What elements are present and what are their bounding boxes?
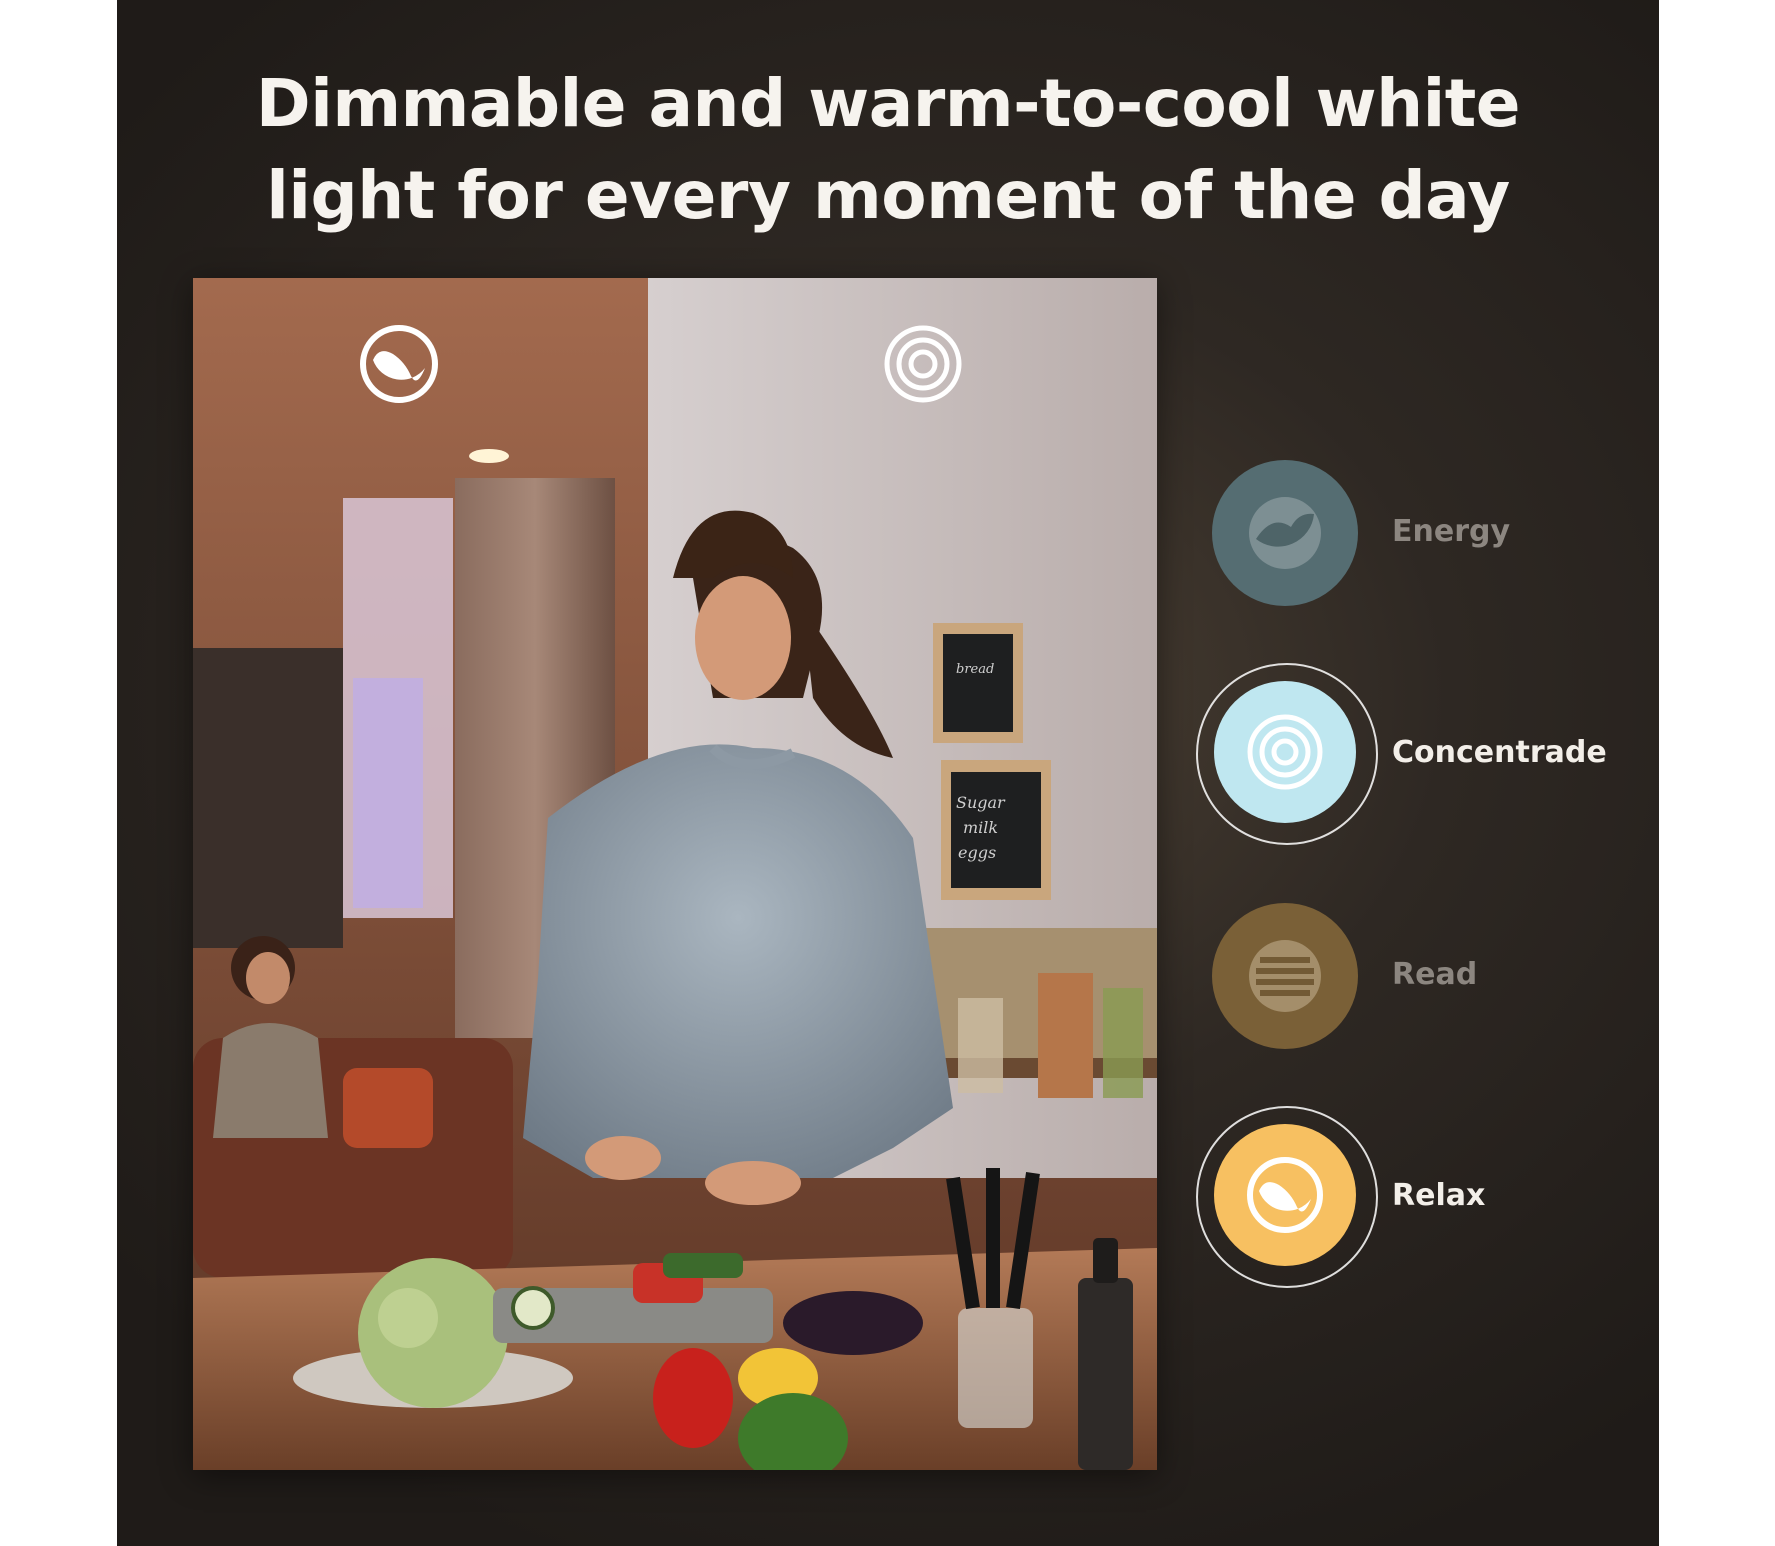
energy-icon	[1249, 497, 1321, 569]
scene-energy[interactable]: Energy	[1196, 460, 1756, 650]
scene-label: Relax	[1392, 1178, 1486, 1213]
relax-icon	[1247, 1157, 1323, 1233]
svg-text:milk: milk	[963, 818, 998, 837]
concentrate-icon	[1247, 714, 1323, 790]
relax-disc	[1214, 1124, 1356, 1266]
kitchen-photo: bread Sugar milk eggs	[193, 278, 1157, 1470]
concentrate-disc	[1214, 681, 1356, 823]
scene-concentrate[interactable]: Concentrade	[1196, 663, 1756, 853]
scene-label: Read	[1392, 957, 1478, 992]
concentrate-icon	[884, 325, 962, 403]
scene-label: Energy	[1392, 514, 1511, 549]
chalkboard-bottom-text: Sugar	[956, 793, 1006, 812]
kitchen-illustration: bread Sugar milk eggs	[193, 278, 1157, 1470]
energy-disc	[1212, 460, 1358, 606]
headline: Dimmable and warm-to-cool white light fo…	[117, 58, 1659, 242]
product-panel: Dimmable and warm-to-cool white light fo…	[117, 0, 1659, 1546]
svg-text:eggs: eggs	[958, 843, 996, 862]
read-icon	[1249, 940, 1321, 1012]
headline-line-2: light for every moment of the day	[266, 157, 1510, 234]
relax-icon	[360, 325, 438, 403]
chalkboard-top-text: bread	[956, 662, 994, 677]
scene-read[interactable]: Read	[1196, 903, 1756, 1093]
read-disc	[1212, 903, 1358, 1049]
scene-relax[interactable]: Relax	[1196, 1106, 1756, 1296]
headline-line-1: Dimmable and warm-to-cool white	[255, 65, 1521, 142]
scene-label: Concentrade	[1392, 735, 1607, 770]
